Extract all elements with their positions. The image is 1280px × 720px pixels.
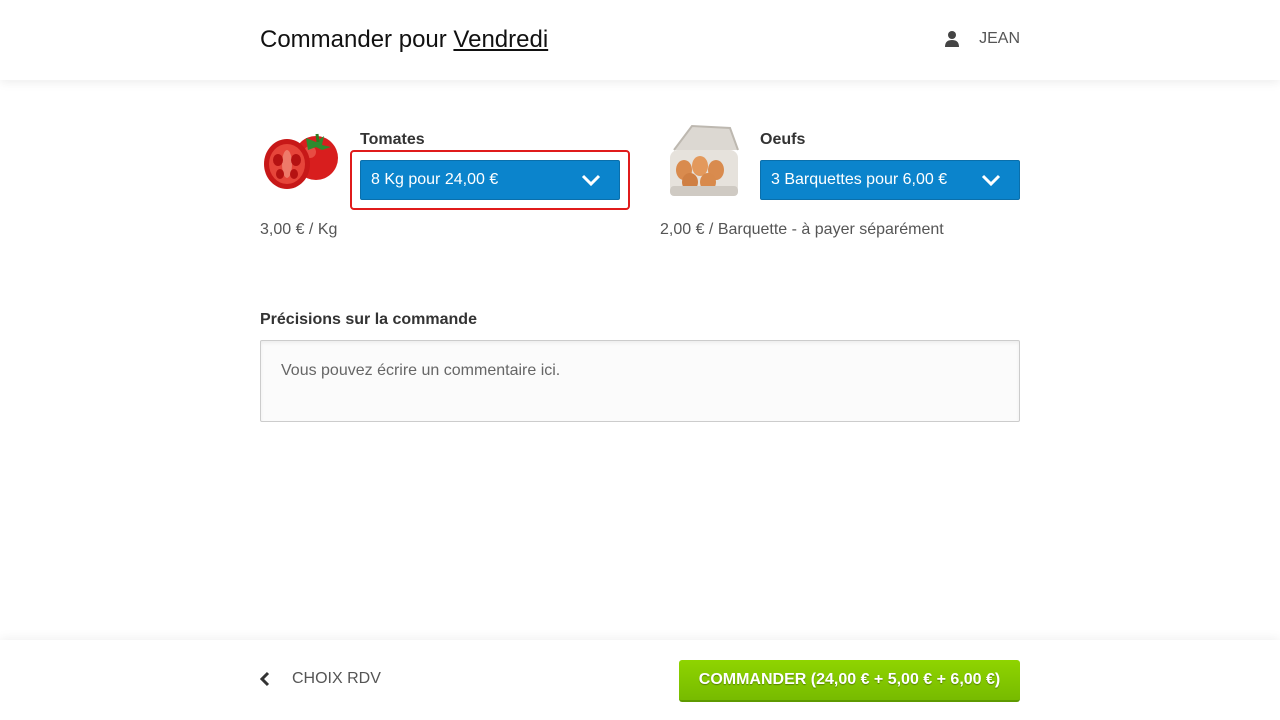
chevron-left-icon xyxy=(260,671,270,687)
order-button[interactable]: COMMANDER (24,00 € + 5,00 € + 6,00 €) xyxy=(679,660,1020,702)
user-icon xyxy=(945,31,960,47)
user-name: JEAN xyxy=(979,30,1020,47)
top-bar: Commander pour Vendredi JEAN xyxy=(0,0,1280,80)
comment-textarea[interactable] xyxy=(260,340,1020,422)
chevron-down-icon xyxy=(981,174,1001,187)
comment-label: Précisions sur la commande xyxy=(260,311,477,328)
title-prefix: Commander pour xyxy=(260,26,447,53)
eggs-carton-image xyxy=(670,124,739,196)
back-button[interactable]: CHOIX RDV xyxy=(260,670,381,688)
bottom-bar: CHOIX RDV COMMANDER (24,00 € + 5,00 € + … xyxy=(0,640,1280,720)
chevron-down-icon xyxy=(581,174,601,187)
tomato-image xyxy=(264,133,338,189)
day-link[interactable]: Vendredi xyxy=(453,26,548,53)
unit-price: 2,00 € / Barquette - à payer séparément xyxy=(660,221,944,238)
select-value: 3 Barquettes pour 6,00 € xyxy=(771,171,948,188)
product-name: Tomates xyxy=(360,131,425,148)
product-name: Oeufs xyxy=(760,131,806,148)
user-menu[interactable]: JEAN xyxy=(945,30,1020,48)
back-label: CHOIX RDV xyxy=(292,670,381,687)
page-title: Commander pour Vendredi xyxy=(260,26,548,54)
product-card-tomates: Tomates 8 Kg pour 24,00 € 3,00 € / Kg xyxy=(260,120,630,250)
select-value: 8 Kg pour 24,00 € xyxy=(371,171,499,188)
quantity-select[interactable]: 8 Kg pour 24,00 € xyxy=(360,160,620,200)
product-card-oeufs: Oeufs 3 Barquettes pour 6,00 € 2,00 € / … xyxy=(660,120,1020,250)
unit-price: 3,00 € / Kg xyxy=(260,221,338,238)
quantity-select[interactable]: 3 Barquettes pour 6,00 € xyxy=(760,160,1020,200)
